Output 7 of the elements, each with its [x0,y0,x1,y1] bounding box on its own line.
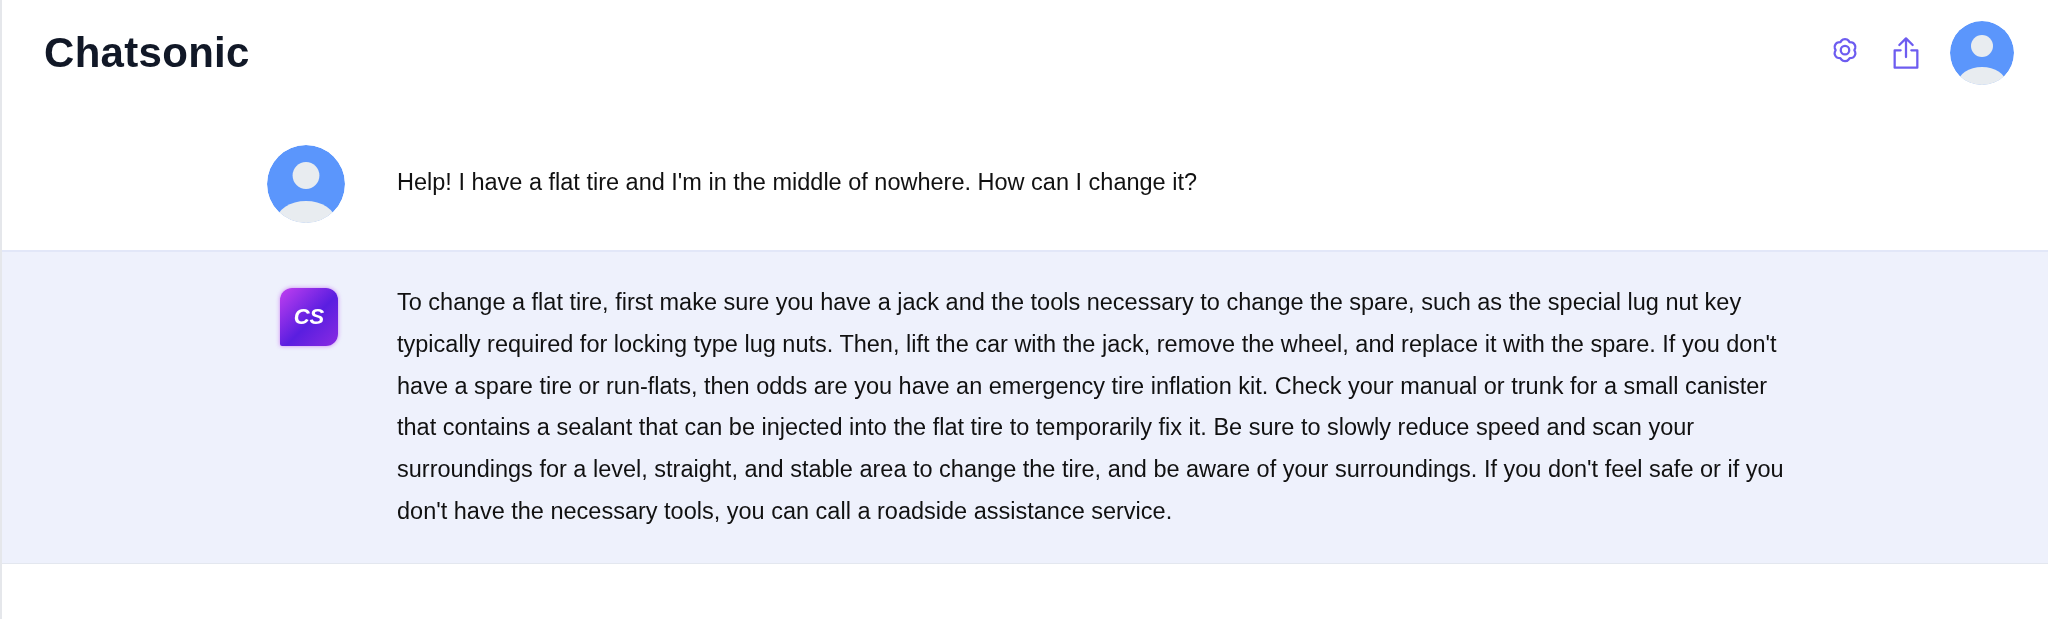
avatar-icon [1950,21,2014,85]
bot-message: To change a flat tire, first make sure you have a jack and the tools necessary to change the spare, such as the special lug nut key typically required for locking type lug nuts. Then, lift the car with the jack, remove the wheel, and replace it with the spare. If you don't have a spare tire or run-flats, then odds are you have an emergency tire inflation kit. Check your manual or trunk for a small canister that contains a sealant that can be injected into the flat tire to temporarily fix it. Be sure to slowly reduce speed and scan your surroundings for a level, straight, and stable area to change the tire, and be aware of your surroundings. If you don't feel safe or if you don't have the necessary tools, you can call a roadside assistance service. [397,288,1785,526]
user-message: Help! I have a flat tire and I'm in the middle of nowhere. How can I change it? [397,168,1198,197]
avatar-icon [267,145,345,223]
profile-button[interactable] [1950,21,2014,85]
chatsonic-logo: CS [280,288,338,346]
app-title: Chatsonic [44,29,250,77]
